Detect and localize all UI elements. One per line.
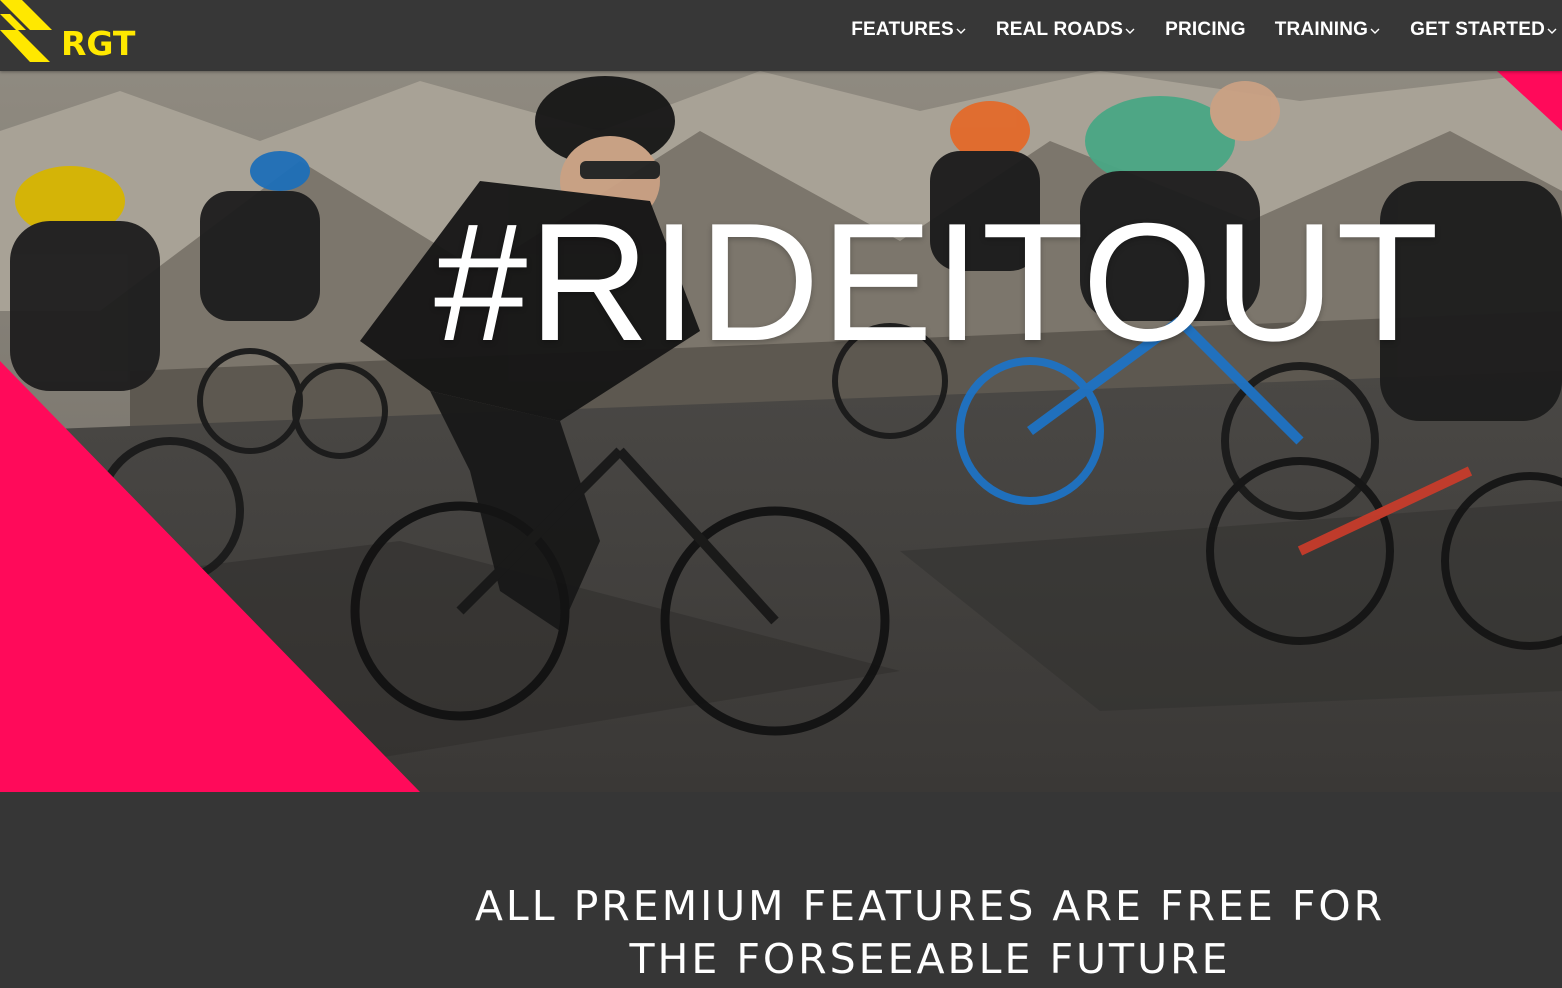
nav-label: PRICING	[1165, 19, 1246, 40]
rgt-logo[interactable]: RGT	[0, 0, 150, 71]
chevron-down-icon	[956, 28, 966, 34]
logo-wordmark: RGT	[61, 24, 136, 63]
announcement-line-2: THE FORSEEABLE FUTURE	[629, 935, 1231, 983]
page: RGT FEATURES REAL ROADS PRICING TRAINING	[0, 0, 1562, 988]
nav-label: TRAINING	[1274, 19, 1369, 40]
announcement-line-1: ALL PREMIUM FEATURES ARE FREE FOR	[474, 882, 1386, 930]
nav-label: FEATURES	[851, 19, 954, 40]
nav-item-training[interactable]: TRAINING	[1275, 19, 1381, 41]
site-header: RGT FEATURES REAL ROADS PRICING TRAINING	[0, 0, 1562, 71]
main-nav: FEATURES REAL ROADS PRICING TRAINING GET…	[822, 0, 1558, 60]
announcement-heading: ALL PREMIUM FEATURES ARE FREE FOR THE FO…	[430, 880, 1430, 986]
chevron-down-icon	[1547, 28, 1557, 34]
hero-title: #RIDEITOUT	[434, 188, 1440, 376]
hero-image	[0, 71, 1562, 792]
hero-banner: #RIDEITOUT	[0, 71, 1562, 792]
nav-label: REAL ROADS	[995, 19, 1124, 40]
chevron-down-icon	[1125, 28, 1135, 34]
announcement-section: ALL PREMIUM FEATURES ARE FREE FOR THE FO…	[0, 792, 1562, 988]
rgt-logo-mark-icon	[0, 0, 52, 62]
nav-item-features[interactable]: FEATURES	[851, 19, 967, 41]
nav-label: GET STARTED	[1410, 19, 1545, 40]
nav-item-get-started[interactable]: GET STARTED	[1410, 19, 1558, 41]
nav-item-pricing[interactable]: PRICING	[1165, 19, 1246, 41]
nav-item-real-roads[interactable]: REAL ROADS	[996, 19, 1136, 41]
chevron-down-icon	[1370, 28, 1380, 34]
